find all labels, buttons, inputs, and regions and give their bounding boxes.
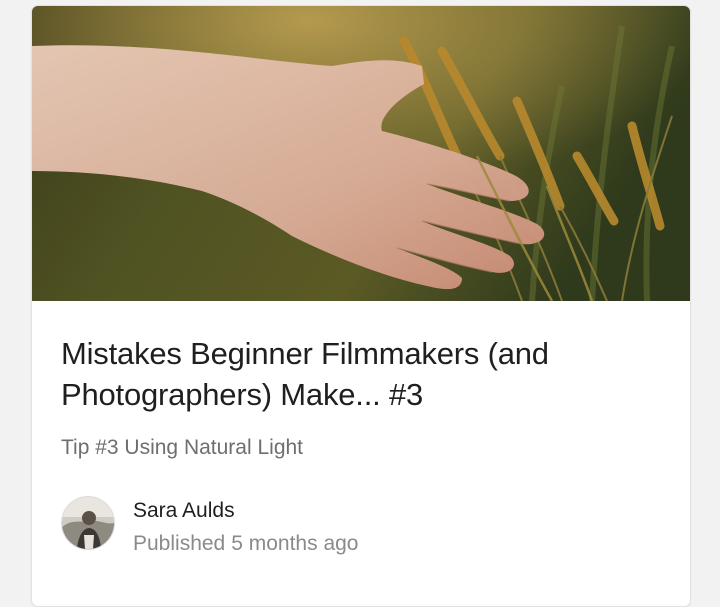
avatar-photo-icon	[62, 497, 114, 549]
post-title[interactable]: Mistakes Beginner Filmmakers (and Photog…	[61, 333, 661, 415]
post-cover-image[interactable]	[32, 6, 690, 301]
avatar[interactable]	[61, 496, 115, 550]
hand-in-grass-photo-icon	[32, 6, 690, 301]
author-name[interactable]: Sara Aulds	[133, 498, 235, 524]
publish-meta: Published 5 months ago	[133, 531, 365, 557]
published-time: 5 months ago	[231, 532, 359, 555]
post-subtitle: Tip #3 Using Natural Light	[61, 436, 304, 459]
post-card[interactable]: Mistakes Beginner Filmmakers (and Photog…	[31, 5, 691, 607]
published-label: Published	[133, 532, 226, 555]
